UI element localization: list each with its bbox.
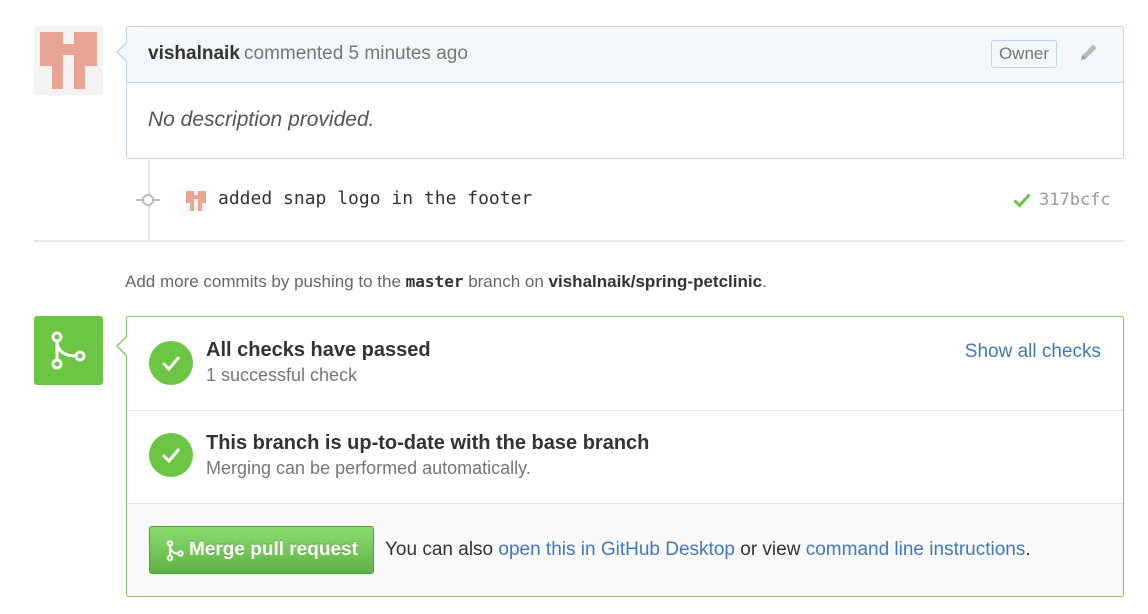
commit-sha[interactable]: 317bcfc: [1039, 190, 1111, 210]
merge-alternatives: You can also open this in GitHub Desktop…: [385, 539, 1031, 561]
merge-alt-middle: or view: [740, 539, 801, 560]
merge-action-section: Merge pull request You can also open thi…: [127, 504, 1123, 596]
repo-name: vishalnaik/spring-petclinic: [548, 272, 763, 291]
comment-header: vishalnaik commented 5 minutes ago Owner: [127, 27, 1123, 83]
github-desktop-link[interactable]: open this in GitHub Desktop: [498, 539, 735, 560]
check-icon: [149, 341, 193, 385]
comment-body: No description provided.: [148, 108, 375, 131]
comment-pointer-fill: [118, 43, 127, 61]
pencil-icon[interactable]: [1078, 41, 1100, 68]
commit-message[interactable]: added snap logo in the footer: [218, 188, 532, 209]
comment-author[interactable]: vishalnaik: [148, 43, 240, 65]
merge-box: All checks have passed 1 successful chec…: [126, 316, 1124, 597]
show-all-checks-link[interactable]: Show all checks: [965, 341, 1101, 363]
merge-alt-suffix: .: [1025, 539, 1031, 560]
owner-badge: Owner: [991, 40, 1057, 68]
check-icon: [149, 433, 193, 477]
divider: [34, 240, 1124, 242]
merge-pointer-fill: [118, 337, 127, 355]
merge-status-tile: [34, 316, 103, 385]
comment-box: vishalnaik commented 5 minutes ago Owner…: [126, 26, 1124, 159]
checks-section: All checks have passed 1 successful chec…: [127, 317, 1123, 411]
merge-button-label: Merge pull request: [189, 539, 358, 560]
branch-status-title: This branch is up-to-date with the base …: [206, 432, 650, 454]
comment-timestamp[interactable]: commented 5 minutes ago: [244, 43, 468, 65]
avatar[interactable]: [34, 26, 103, 95]
git-merge-icon: [166, 540, 184, 562]
merge-alt-prefix: You can also: [385, 539, 494, 560]
branch-name: master: [405, 272, 464, 291]
branch-status-section: This branch is up-to-date with the base …: [127, 411, 1123, 504]
git-merge-icon: [51, 331, 86, 370]
push-note-prefix: Add more commits by pushing to the: [125, 272, 401, 291]
git-commit-icon: [136, 190, 160, 215]
push-note: Add more commits by pushing to the maste…: [125, 272, 767, 292]
branch-status-subtitle: Merging can be performed automatically.: [206, 458, 531, 478]
commit-avatar[interactable]: [186, 191, 206, 211]
command-line-instructions-link[interactable]: command line instructions: [806, 539, 1026, 560]
checks-title: All checks have passed: [206, 339, 431, 361]
identicon-avatar-icon: [40, 32, 97, 89]
check-icon[interactable]: [1013, 192, 1031, 213]
checks-subtitle: 1 successful check: [206, 365, 358, 385]
merge-pull-request-button[interactable]: Merge pull request: [149, 526, 374, 574]
push-note-middle: branch on: [468, 272, 544, 291]
push-note-suffix: .: [762, 272, 767, 291]
